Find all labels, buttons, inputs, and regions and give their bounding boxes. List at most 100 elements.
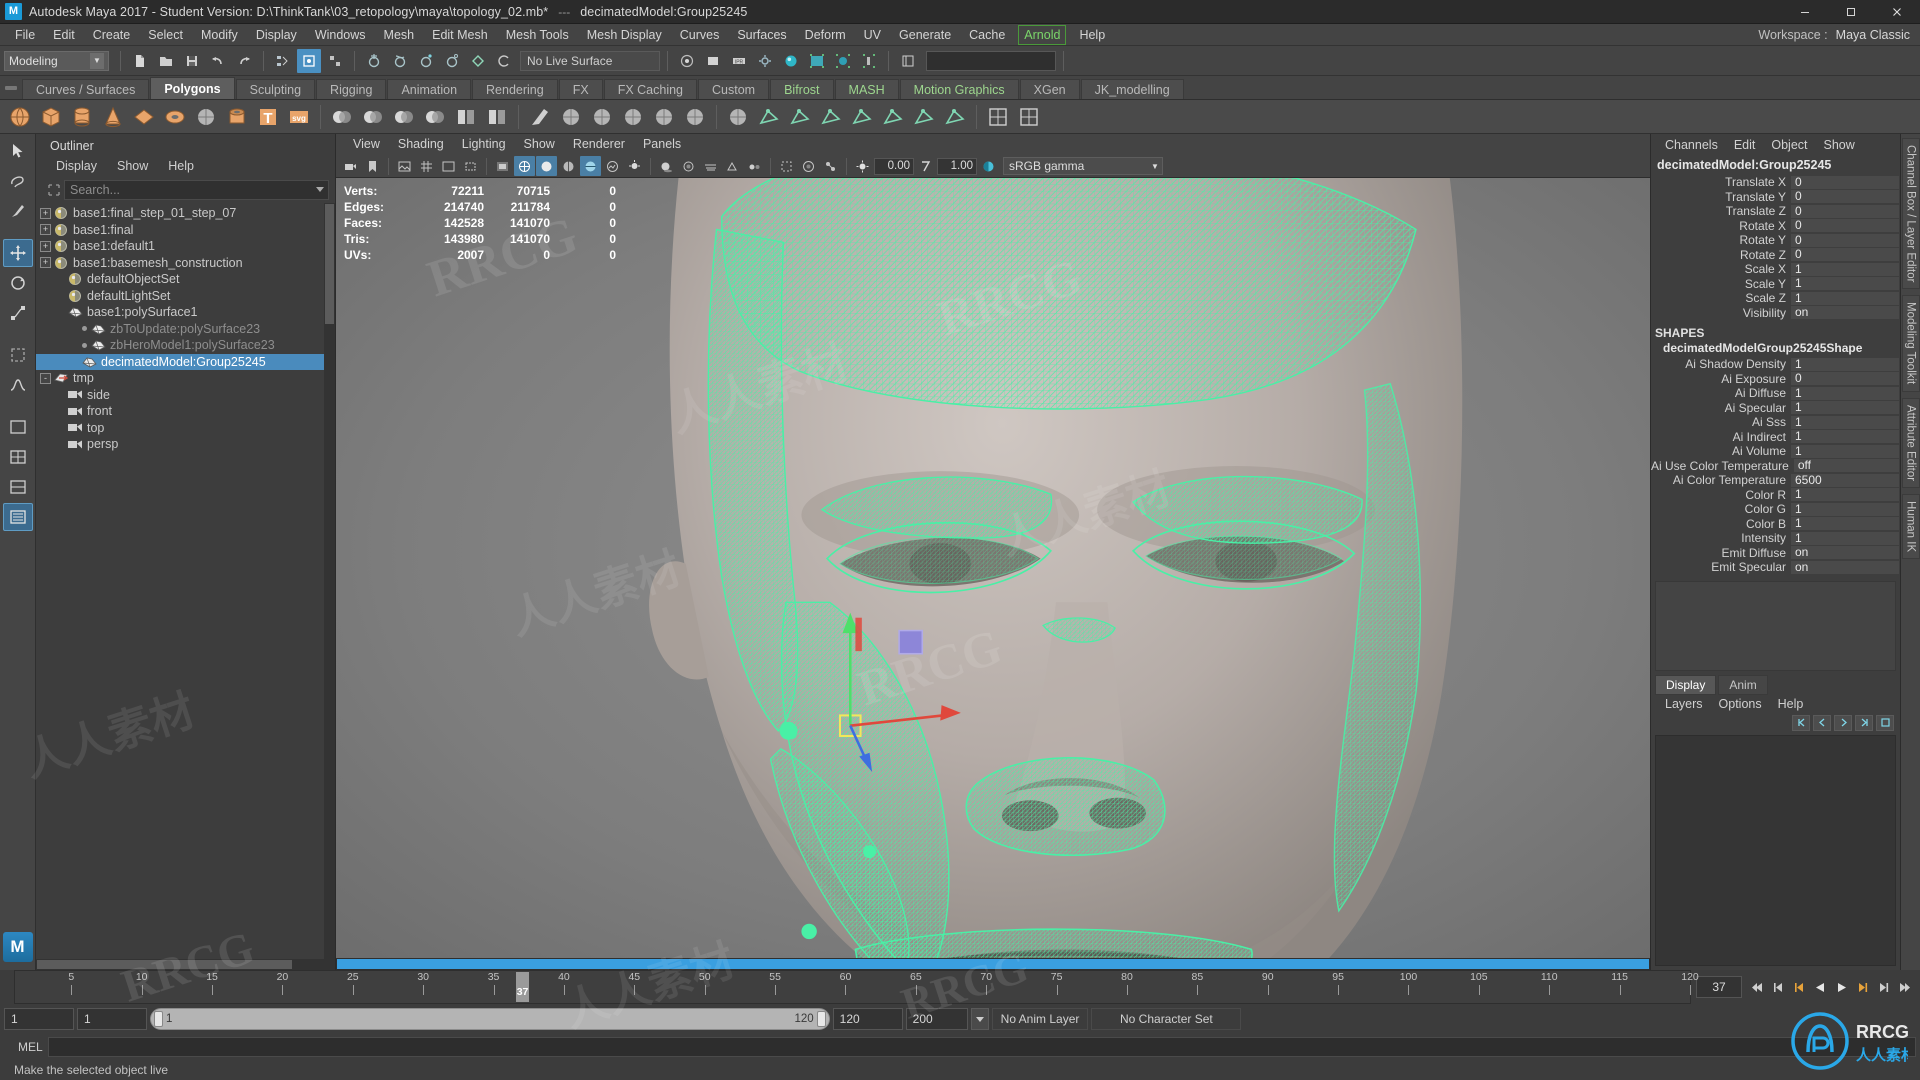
smooth-shade-all-icon[interactable] xyxy=(558,156,579,176)
menu-item-create[interactable]: Create xyxy=(84,24,140,46)
snap-point-icon[interactable] xyxy=(414,49,438,73)
channel-row-ai-exposure[interactable]: Ai Exposure 0 xyxy=(1651,372,1900,387)
channel-value[interactable]: on xyxy=(1791,306,1899,320)
channel-row-scale-y[interactable]: Scale Y 1 xyxy=(1651,277,1900,292)
layer-new-icon[interactable] xyxy=(1876,714,1894,731)
poly-svg-icon[interactable]: svg xyxy=(285,103,313,131)
menu-item-mesh[interactable]: Mesh xyxy=(375,24,424,46)
isolate-select-icon[interactable] xyxy=(776,156,797,176)
scrollbar-thumb[interactable] xyxy=(325,204,334,324)
render-icon[interactable] xyxy=(675,49,699,73)
poly-smooth-icon[interactable] xyxy=(452,103,480,131)
select-by-component-icon[interactable] xyxy=(323,49,347,73)
select-by-hierarchy-icon[interactable] xyxy=(271,49,295,73)
play-forwards-icon[interactable] xyxy=(1831,974,1851,1000)
channel-row-color-g[interactable]: Color G 1 xyxy=(1651,502,1900,517)
view-single-icon[interactable] xyxy=(3,413,33,441)
go-to-start-icon[interactable] xyxy=(1747,974,1767,1000)
poly-paint-icon[interactable] xyxy=(526,103,554,131)
channelbox-menu-show[interactable]: Show xyxy=(1816,137,1863,153)
poly-cube-icon[interactable] xyxy=(37,103,65,131)
poly-crease-icon[interactable] xyxy=(910,103,938,131)
menu-item-mesh-display[interactable]: Mesh Display xyxy=(578,24,671,46)
shelf-tab-polygons[interactable]: Polygons xyxy=(150,77,235,99)
outliner-toggle-icon[interactable] xyxy=(2,503,33,531)
poly-text-icon[interactable]: T xyxy=(254,103,282,131)
channelbox-menu-edit[interactable]: Edit xyxy=(1726,137,1764,153)
chevron-down-icon[interactable] xyxy=(316,187,324,192)
screen-space-ao-icon[interactable] xyxy=(678,156,699,176)
snap-curve-icon[interactable] xyxy=(388,49,412,73)
channel-value[interactable]: 0 xyxy=(1791,175,1899,189)
shadows-icon[interactable] xyxy=(656,156,677,176)
outliner-item-decimatedmodel-group25245[interactable]: decimatedModel:Group25245 xyxy=(36,353,335,370)
poly-offset-edge-icon[interactable] xyxy=(879,103,907,131)
soft-select-icon[interactable] xyxy=(3,371,33,399)
channel-value[interactable]: 1 xyxy=(1791,291,1899,305)
close-button[interactable] xyxy=(1874,0,1920,24)
toggle-paint-icon[interactable] xyxy=(857,49,881,73)
layer-menu-options[interactable]: Options xyxy=(1711,695,1770,713)
scrollbar-thumb-viewport[interactable] xyxy=(337,959,1649,969)
anim-layer-field[interactable]: No Anim Layer xyxy=(991,1008,1089,1030)
channel-row-intensity[interactable]: Intensity 1 xyxy=(1651,531,1900,546)
sidebar-toggle-icon[interactable] xyxy=(896,49,920,73)
current-frame-field[interactable]: 37 xyxy=(1696,976,1742,998)
channel-value[interactable]: 1 xyxy=(1791,430,1899,444)
gate-mask-icon[interactable] xyxy=(492,156,513,176)
layer-tab-display[interactable]: Display xyxy=(1655,674,1717,695)
outliner-item-base1-polysurface1[interactable]: base1:polySurface1 xyxy=(36,304,335,321)
channel-value[interactable]: 1 xyxy=(1791,262,1899,276)
poly-sphere-icon[interactable] xyxy=(6,103,34,131)
poly-pipe-icon[interactable] xyxy=(223,103,251,131)
lights-icon[interactable] xyxy=(624,156,645,176)
undo-icon[interactable] xyxy=(206,49,230,73)
layer-tab-anim[interactable]: Anim xyxy=(1718,674,1768,695)
poly-plane-icon[interactable] xyxy=(130,103,158,131)
poly-booleans-icon[interactable] xyxy=(390,103,418,131)
menu-item-cache[interactable]: Cache xyxy=(960,24,1014,46)
range-start-field[interactable]: 1 xyxy=(77,1008,147,1030)
channel-row-ai-color-temperature[interactable]: Ai Color Temperature 6500 xyxy=(1651,473,1900,488)
gamma-value[interactable]: 1.00 xyxy=(937,157,977,175)
expand-icon[interactable]: + xyxy=(40,257,51,269)
channel-row-ai-shadow-density[interactable]: Ai Shadow Density 1 xyxy=(1651,357,1900,372)
menu-item-display[interactable]: Display xyxy=(247,24,306,46)
shelf-grip-icon[interactable] xyxy=(0,77,22,99)
make-live-icon[interactable] xyxy=(492,49,516,73)
outliner-item-tmp[interactable]: - tmp xyxy=(36,370,335,387)
channel-row-color-b[interactable]: Color B 1 xyxy=(1651,517,1900,532)
channel-value[interactable]: 1 xyxy=(1791,531,1899,545)
viewport-menu-renderer[interactable]: Renderer xyxy=(564,134,634,155)
depth-of-field-icon[interactable] xyxy=(744,156,765,176)
outliner-horizontal-scrollbar[interactable] xyxy=(36,959,335,970)
channel-value[interactable]: 6500 xyxy=(1791,473,1899,487)
step-forward-frame-icon[interactable] xyxy=(1852,974,1872,1000)
channel-value[interactable]: 1 xyxy=(1791,401,1899,415)
paint-select-tool-icon[interactable] xyxy=(3,197,33,225)
menu-item-mesh-tools[interactable]: Mesh Tools xyxy=(497,24,578,46)
channel-row-emit-diffuse[interactable]: Emit Diffuse on xyxy=(1651,546,1900,561)
view-four-icon[interactable] xyxy=(3,443,33,471)
camera-select-icon[interactable] xyxy=(340,156,361,176)
outliner-item-top[interactable]: top xyxy=(36,420,335,437)
anim-start-field[interactable]: 1 xyxy=(4,1008,74,1030)
channel-row-translate-x[interactable]: Translate X 0 xyxy=(1651,175,1900,190)
maximize-button[interactable] xyxy=(1828,0,1874,24)
outliner-item-defaultobjectset[interactable]: defaultObjectSet xyxy=(36,271,335,288)
channel-row-visibility[interactable]: Visibility on xyxy=(1651,306,1900,321)
collapse-icon[interactable]: - xyxy=(40,372,51,384)
layer-prev-icon[interactable] xyxy=(1813,714,1831,731)
viewport-menu-view[interactable]: View xyxy=(344,134,389,155)
menu-item-windows[interactable]: Windows xyxy=(306,24,375,46)
shelf-tab-curves-surfaces[interactable]: Curves / Surfaces xyxy=(22,79,150,99)
poly-cylinder-icon[interactable] xyxy=(68,103,96,131)
uv-auto-icon[interactable] xyxy=(1015,103,1043,131)
wireframe-icon[interactable] xyxy=(514,156,535,176)
channel-row-ai-indirect[interactable]: Ai Indirect 1 xyxy=(1651,430,1900,445)
exposure-value[interactable]: 0.00 xyxy=(874,157,914,175)
channel-value[interactable]: 1 xyxy=(1791,488,1899,502)
poly-reduce-icon[interactable] xyxy=(483,103,511,131)
channel-row-translate-y[interactable]: Translate Y 0 xyxy=(1651,190,1900,205)
vertical-tab-channel-box-layer-editor[interactable]: Channel Box / Layer Editor xyxy=(1901,138,1920,290)
